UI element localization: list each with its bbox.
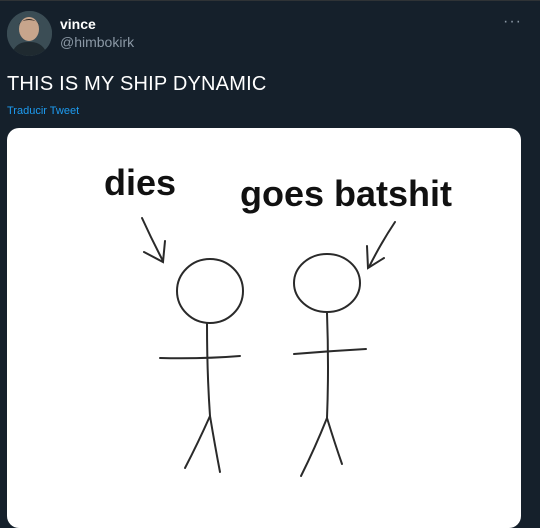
meme-label-dies: dies	[104, 162, 177, 203]
user-handle[interactable]: @himbokirk	[60, 34, 134, 50]
tweet-media-image[interactable]: dies goes batshit	[7, 128, 521, 528]
more-options-icon[interactable]: ···	[503, 13, 522, 31]
translate-tweet-link[interactable]: Traducir Tweet	[7, 105, 79, 117]
tweet[interactable]: vince @himbokirk ··· THIS IS MY SHIP DYN…	[0, 0, 540, 528]
display-name[interactable]: vince	[60, 16, 96, 32]
meme-label-goes-batshit: goes batshit	[240, 173, 453, 214]
tweet-text: THIS IS MY SHIP DYNAMIC	[7, 73, 267, 95]
avatar[interactable]	[7, 11, 52, 56]
user-avatar-icon	[7, 11, 52, 56]
